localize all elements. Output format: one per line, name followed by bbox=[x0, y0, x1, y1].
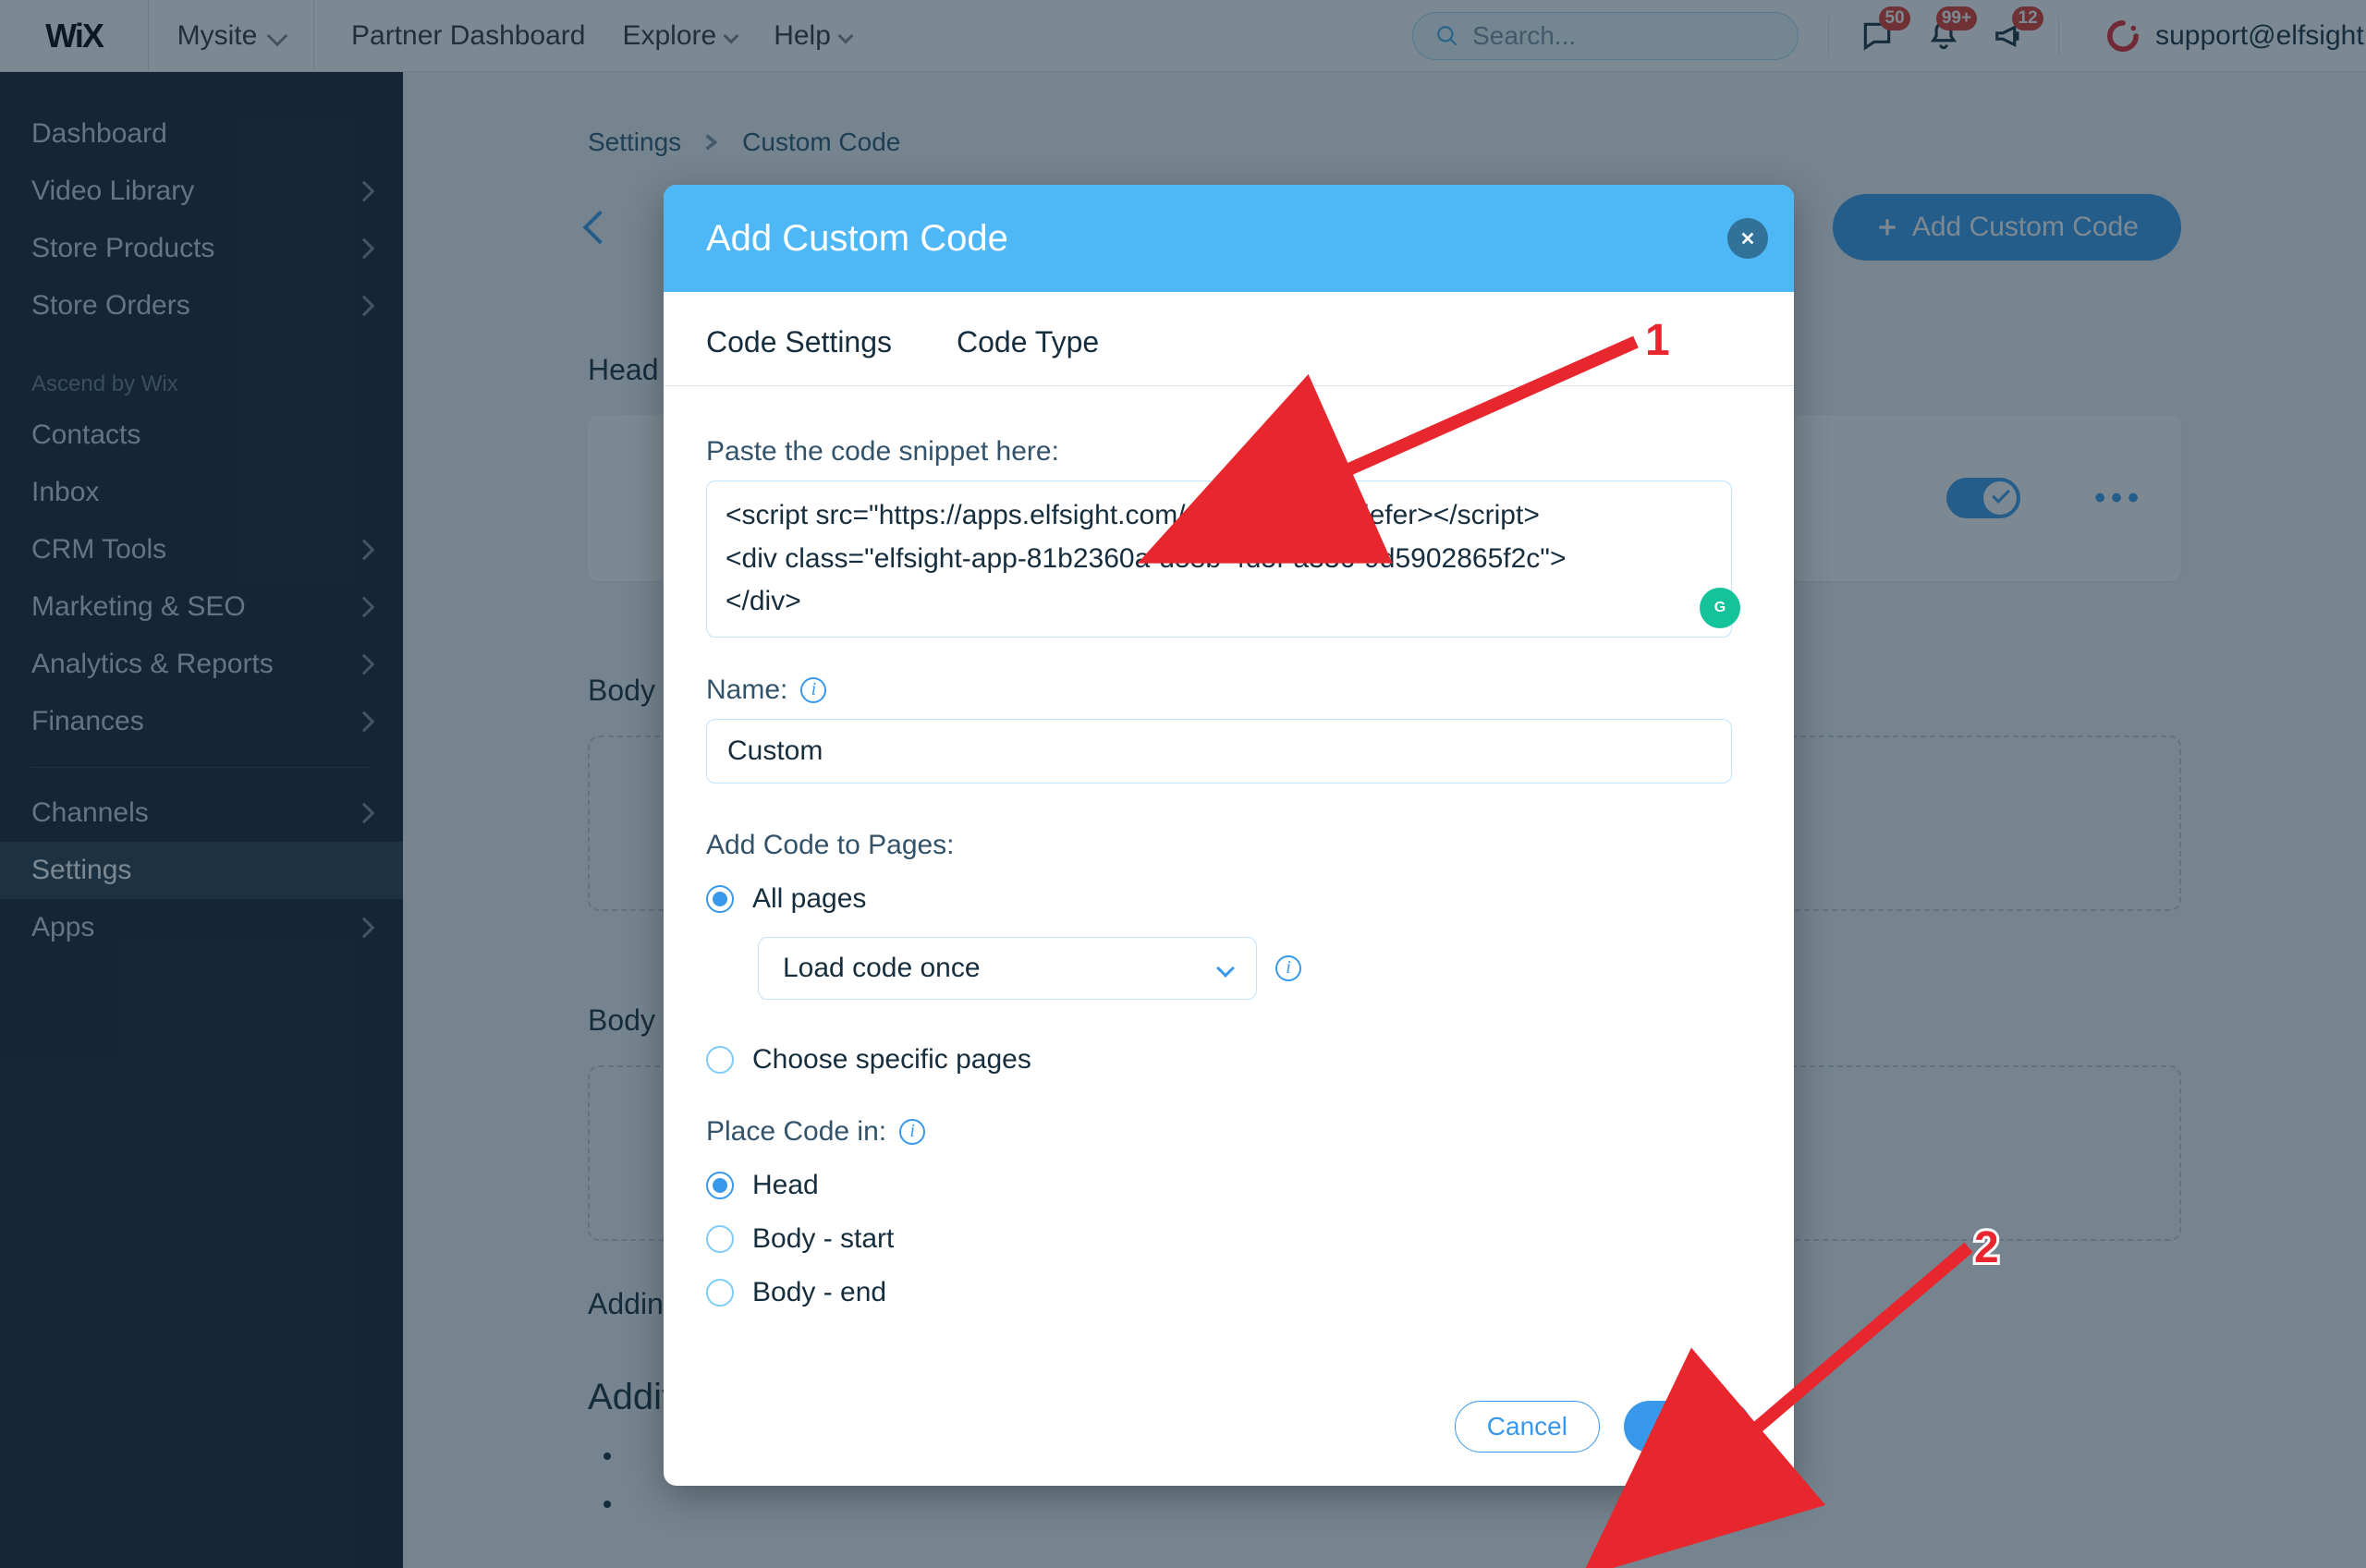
radio-all-pages[interactable]: All pages bbox=[706, 883, 1751, 915]
name-label: Name: i bbox=[706, 675, 1751, 706]
place-code-label-text: Place Code in: bbox=[706, 1116, 886, 1148]
modal-tabs: Code Settings Code Type bbox=[664, 292, 1794, 386]
modal-footer: Cancel Apply bbox=[664, 1308, 1794, 1486]
radio-icon bbox=[706, 1225, 734, 1253]
tab-code-type[interactable]: Code Type bbox=[957, 325, 1099, 359]
radio-specific-pages[interactable]: Choose specific pages bbox=[706, 1044, 1751, 1076]
apply-button[interactable]: Apply bbox=[1624, 1401, 1751, 1453]
info-icon[interactable]: i bbox=[899, 1119, 925, 1145]
add-custom-code-modal: Add Custom Code Code Settings Code Type … bbox=[664, 185, 1794, 1486]
name-input[interactable] bbox=[706, 719, 1732, 784]
modal-title: Add Custom Code bbox=[706, 218, 1008, 260]
name-label-text: Name: bbox=[706, 675, 787, 706]
code-textarea[interactable]: <script src="https://apps.elfsight.com/p… bbox=[706, 480, 1732, 638]
code-content: <script src="https://apps.elfsight.com/p… bbox=[726, 494, 1713, 624]
radio-label: Choose specific pages bbox=[752, 1044, 1031, 1076]
info-icon[interactable]: i bbox=[800, 677, 826, 703]
radio-place-body-end[interactable]: Body - end bbox=[706, 1277, 1751, 1308]
add-to-pages-label: Add Code to Pages: bbox=[706, 830, 1751, 861]
radio-icon bbox=[706, 1172, 734, 1199]
radio-place-body-start[interactable]: Body - start bbox=[706, 1223, 1751, 1255]
modal-body: Paste the code snippet here: <script src… bbox=[664, 386, 1794, 1308]
modal-header: Add Custom Code bbox=[664, 185, 1794, 292]
grammarly-icon[interactable]: G bbox=[1700, 588, 1740, 628]
select-value: Load code once bbox=[783, 953, 981, 984]
cancel-button[interactable]: Cancel bbox=[1455, 1401, 1600, 1453]
load-code-select[interactable]: Load code once bbox=[758, 937, 1257, 1000]
radio-label: Body - start bbox=[752, 1223, 894, 1255]
info-icon[interactable]: i bbox=[1275, 955, 1301, 981]
place-code-label: Place Code in: i bbox=[706, 1116, 1751, 1148]
radio-place-head[interactable]: Head bbox=[706, 1170, 1751, 1201]
radio-icon bbox=[706, 885, 734, 913]
modal-close-button[interactable] bbox=[1727, 218, 1768, 259]
radio-label: Head bbox=[752, 1170, 819, 1201]
radio-icon bbox=[706, 1279, 734, 1307]
tab-code-settings[interactable]: Code Settings bbox=[706, 325, 892, 359]
radio-icon bbox=[706, 1046, 734, 1074]
paste-code-label: Paste the code snippet here: bbox=[706, 436, 1751, 468]
radio-label: All pages bbox=[752, 883, 866, 915]
close-icon bbox=[1739, 230, 1756, 247]
chevron-down-icon bbox=[1216, 959, 1235, 978]
radio-label: Body - end bbox=[752, 1277, 886, 1308]
